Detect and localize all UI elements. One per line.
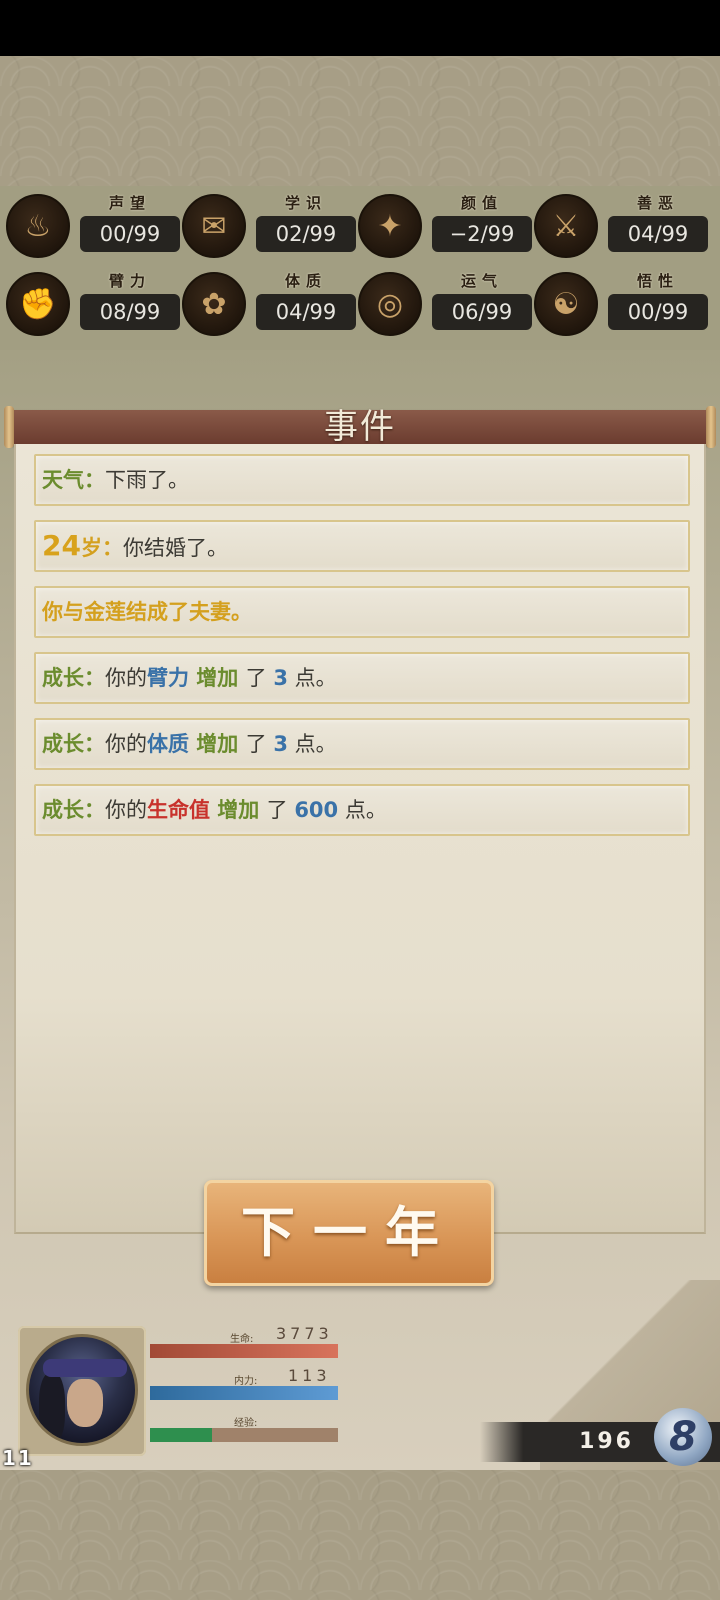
- stat-6[interactable]: ◎ 运气 06/99: [358, 270, 534, 336]
- coin-icon: 8: [654, 1408, 712, 1466]
- event-text: 增加: [189, 666, 246, 690]
- stat-label: 颜值: [460, 194, 503, 212]
- event-row: 成长：你的臂力 增加 了 3 点。: [34, 652, 690, 704]
- event-panel-header: 事件: [4, 406, 716, 448]
- player-level: 11: [2, 1446, 34, 1470]
- xp-label: 经验:: [234, 1418, 258, 1429]
- bell-icon: ♨: [6, 194, 70, 258]
- event-text: 生命值: [147, 798, 210, 822]
- scroll-cap-right: [706, 406, 716, 448]
- event-row: 天气：下雨了。: [34, 454, 690, 506]
- stat-label: 运气: [460, 272, 503, 290]
- stat-value: 00/99: [80, 216, 180, 252]
- event-text: 3: [273, 666, 288, 690]
- stat-7[interactable]: ☯ 悟性 00/99: [534, 270, 710, 336]
- stat-value: 04/99: [256, 294, 356, 330]
- hp-value: 3773: [276, 1324, 333, 1343]
- event-text: ：: [84, 798, 105, 822]
- mind-icon: ☯: [534, 272, 598, 336]
- stat-value: 02/99: [256, 216, 356, 252]
- event-text: 体质: [147, 732, 189, 756]
- event-text: 增加: [189, 732, 246, 756]
- hp-bar: [150, 1344, 338, 1358]
- coin-purse-icon: ◎: [358, 272, 422, 336]
- event-text: 了: [245, 732, 274, 756]
- crossed-swords-icon: ⚔: [534, 194, 598, 258]
- event-text: 你与金莲结成了夫妻。: [42, 600, 252, 624]
- stat-4[interactable]: ✊ 臂力 08/99: [6, 270, 182, 336]
- event-text: 3: [273, 732, 288, 756]
- mp-value: 113: [288, 1366, 331, 1385]
- xp-bar: [150, 1428, 338, 1442]
- event-text: 你的: [105, 732, 147, 756]
- avatar: [26, 1334, 138, 1446]
- event-text: 点。: [338, 798, 387, 822]
- next-year-button[interactable]: 下一年: [204, 1180, 494, 1286]
- stats-panel: ♨ 声望 00/99 ✉ 学识 02/99 ✦ 颜值 −2/99 ⚔ 善恶 04/99 ✊ 臂力 08/99…: [0, 186, 720, 350]
- event-row: 你与金莲结成了夫妻。: [34, 586, 690, 638]
- event-text: 你结婚了。: [122, 536, 228, 560]
- event-text: 了: [266, 798, 295, 822]
- event-text: 成长: [42, 798, 84, 822]
- event-text: ：: [84, 468, 105, 492]
- event-text: 增加: [210, 798, 267, 822]
- event-text: 臂力: [147, 666, 189, 690]
- event-text: 点。: [287, 732, 337, 756]
- bottom-pattern-band: [0, 1470, 720, 1600]
- hp-label: 生命:: [230, 1334, 254, 1345]
- currency-display[interactable]: 196 8: [480, 1408, 720, 1466]
- stat-value: 06/99: [432, 294, 532, 330]
- event-text: 你的: [105, 666, 147, 690]
- event-row: 成长：你的体质 增加 了 3 点。: [34, 718, 690, 770]
- event-log-panel[interactable]: 天气：下雨了。 24岁：你结婚了。 你与金莲结成了夫妻。 成长：你的臂力 增加 了 …: [14, 444, 706, 1234]
- stat-label: 学识: [284, 194, 327, 212]
- event-text: ：: [84, 732, 105, 756]
- event-text: 下雨了。: [105, 468, 189, 492]
- lotus-icon: ✿: [182, 272, 246, 336]
- avatar-frame[interactable]: [18, 1326, 146, 1456]
- top-pattern-band: [0, 56, 720, 186]
- event-text: 600: [294, 798, 339, 822]
- stat-label: 善恶: [636, 194, 679, 212]
- fan-icon: ✦: [358, 194, 422, 258]
- stat-label: 悟性: [636, 272, 679, 290]
- stat-1[interactable]: ✉ 学识 02/99: [182, 192, 358, 258]
- event-row: 24岁：你结婚了。: [34, 520, 690, 572]
- stat-3[interactable]: ⚔ 善恶 04/99: [534, 192, 710, 258]
- scroll-icon: ✉: [182, 194, 246, 258]
- event-text: 点。: [287, 666, 337, 690]
- event-text: ：: [101, 536, 123, 560]
- stat-5[interactable]: ✿ 体质 04/99: [182, 270, 358, 336]
- mp-bar: [150, 1386, 338, 1400]
- event-text: 天气: [42, 468, 84, 492]
- stat-label: 体质: [284, 272, 327, 290]
- currency-value: 196: [579, 1429, 634, 1454]
- xp-bar-fill: [150, 1428, 213, 1442]
- stat-label: 臂力: [108, 272, 151, 290]
- stat-value: −2/99: [432, 216, 532, 252]
- event-text: 24: [42, 529, 81, 562]
- fist-icon: ✊: [6, 272, 70, 336]
- event-row: 成长：你的生命值 增加 了 600 点。: [34, 784, 690, 836]
- event-text: 岁: [80, 536, 102, 560]
- event-text: 成长: [42, 666, 84, 690]
- stat-value: 08/99: [80, 294, 180, 330]
- stat-0[interactable]: ♨ 声望 00/99: [6, 192, 182, 258]
- stat-2[interactable]: ✦ 颜值 −2/99: [358, 192, 534, 258]
- stat-value: 04/99: [608, 216, 708, 252]
- event-text: ：: [84, 666, 105, 690]
- event-text: 你的: [105, 798, 147, 822]
- event-text: 了: [245, 666, 274, 690]
- mp-label: 内力:: [234, 1376, 258, 1387]
- stat-value: 00/99: [608, 294, 708, 330]
- stat-label: 声望: [108, 194, 151, 212]
- event-text: 成长: [42, 732, 84, 756]
